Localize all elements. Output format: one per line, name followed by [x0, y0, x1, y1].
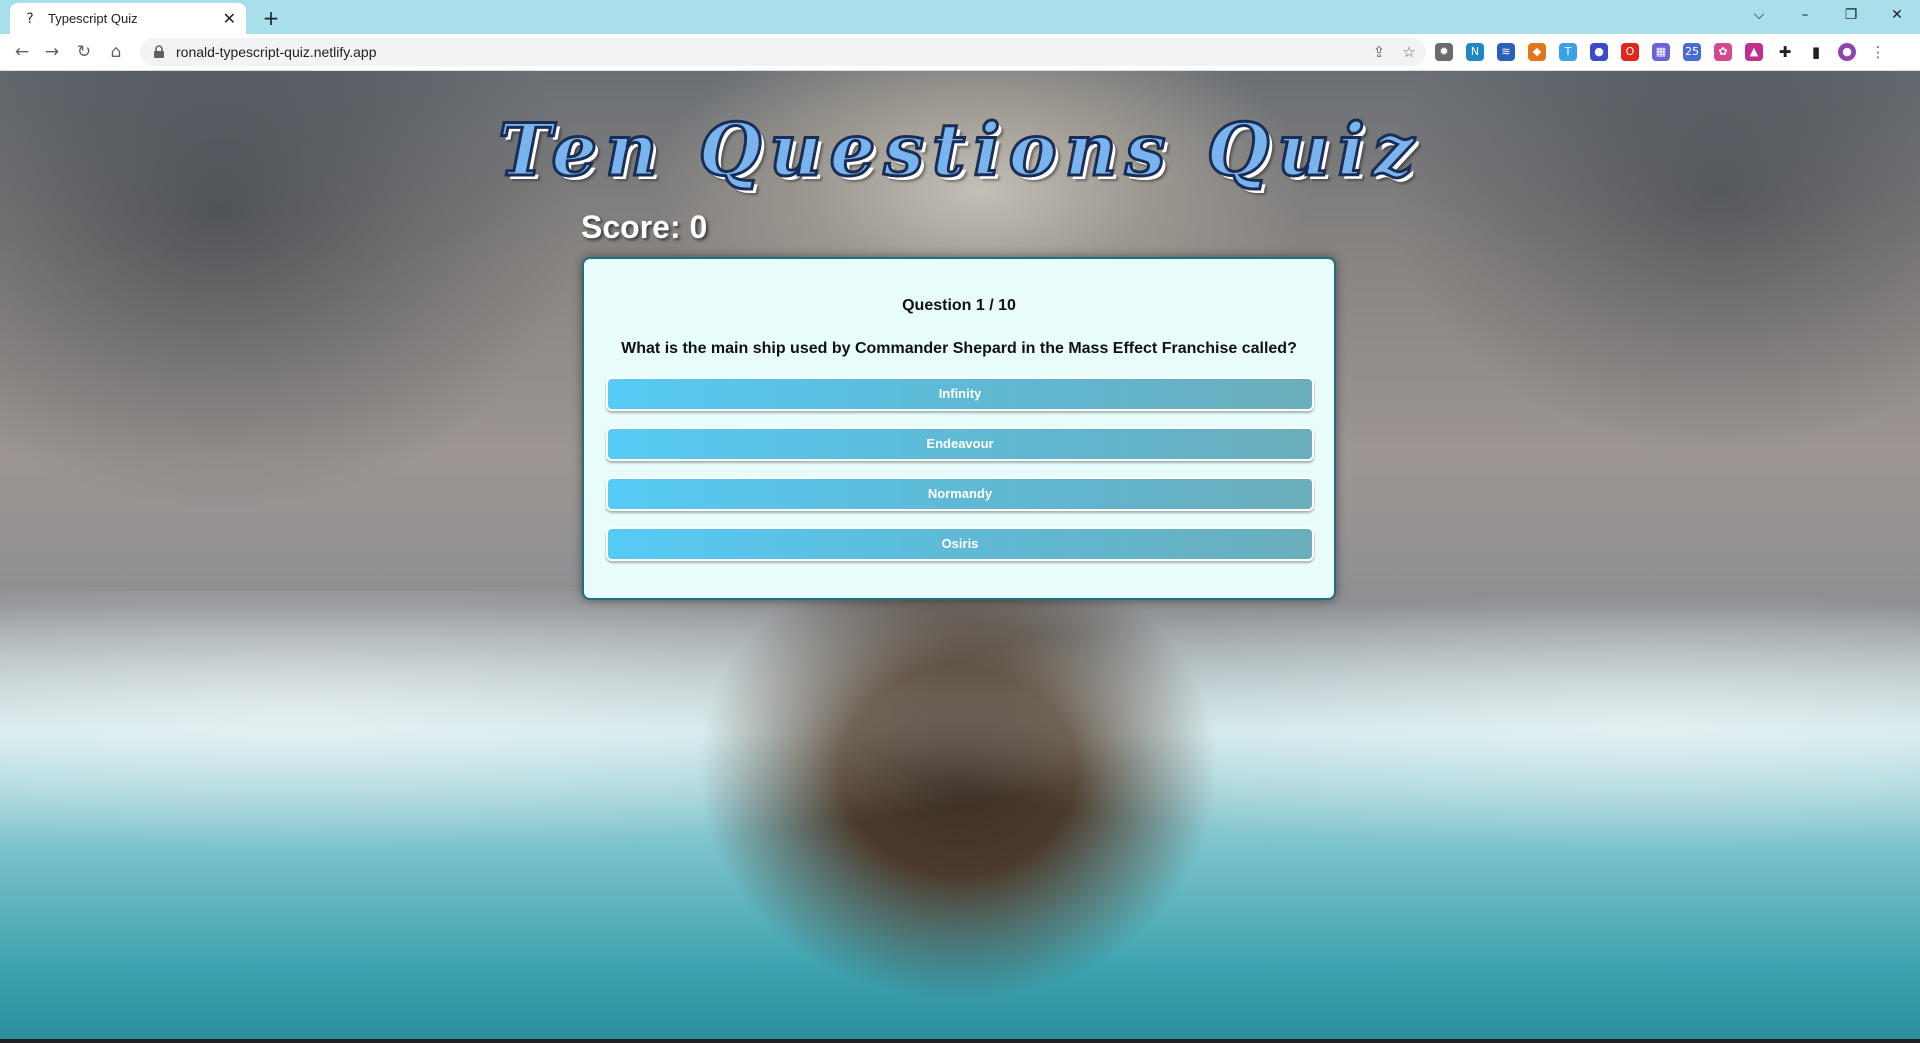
- address-bar[interactable]: ronald-typescript-quiz.netlify.app ⇪ ☆: [140, 38, 1426, 66]
- tab-search-icon[interactable]: ⌵: [1736, 0, 1782, 30]
- browser-toolbar: ← → ↻ ⌂ ronald-typescript-quiz.netlify.a…: [0, 34, 1920, 71]
- puzzle-extension-icon[interactable]: ✚: [1776, 43, 1794, 61]
- grid-extension-icon[interactable]: ▦: [1652, 43, 1670, 61]
- sidepanel-icon[interactable]: ▮: [1807, 43, 1825, 61]
- tab-strip: ? Typescript Quiz ✕ + ⌵ – ❐ ✕: [0, 0, 1920, 34]
- question-mark-icon: ?: [26, 10, 34, 27]
- home-icon[interactable]: ⌂: [102, 38, 130, 66]
- n-extension-icon[interactable]: N: [1466, 43, 1484, 61]
- lock-icon: [154, 45, 164, 58]
- answer-button-normandy[interactable]: Normandy: [606, 477, 1314, 511]
- triangle-extension-icon[interactable]: ▲: [1745, 43, 1763, 61]
- question-number: Question 1 / 10: [902, 297, 1016, 314]
- window-controls: ⌵ – ❐ ✕: [1736, 0, 1920, 30]
- reload-icon[interactable]: ↻: [70, 38, 98, 66]
- tab-title: Typescript Quiz: [48, 11, 138, 26]
- share-icon[interactable]: ⇪: [1366, 43, 1392, 61]
- opera-extension-icon[interactable]: O: [1621, 43, 1639, 61]
- extensions-bar: ✹ N ≋ ◆ T ● O ▦ 25 ✿ ▲ ✚ ▮ ● ⋮: [1435, 40, 1900, 64]
- back-arrow-icon[interactable]: ←: [8, 38, 36, 66]
- tab-close-icon[interactable]: ✕: [223, 9, 236, 28]
- background-foam: [0, 591, 1920, 891]
- new-tab-button[interactable]: +: [258, 5, 284, 31]
- question-card: Question 1 / 10 What is the main ship us…: [582, 257, 1336, 600]
- page-background: Ten Questions Quiz Score: 0 Question 1 /…: [0, 71, 1920, 1043]
- question-text: What is the main ship used by Commander …: [621, 340, 1297, 357]
- bookmark-star-icon[interactable]: ☆: [1396, 43, 1422, 61]
- bottom-edge: [0, 1039, 1920, 1043]
- bug-extension-icon[interactable]: ✹: [1435, 43, 1453, 61]
- close-window-button[interactable]: ✕: [1874, 0, 1920, 30]
- menu-kebab-icon[interactable]: ⋮: [1869, 43, 1887, 61]
- fox-extension-icon[interactable]: ◆: [1528, 43, 1546, 61]
- layers-extension-icon[interactable]: ≋: [1497, 43, 1515, 61]
- quiz-title: Ten Questions Quiz: [497, 106, 1422, 194]
- circle-extension-icon[interactable]: ●: [1590, 43, 1608, 61]
- profile-avatar-icon[interactable]: ●: [1838, 43, 1856, 61]
- calendar-extension-icon[interactable]: 25: [1683, 43, 1701, 61]
- restore-button[interactable]: ❐: [1828, 0, 1874, 30]
- swirl-extension-icon[interactable]: ✿: [1714, 43, 1732, 61]
- answer-button-endeavour[interactable]: Endeavour: [606, 427, 1314, 461]
- answer-button-osiris[interactable]: Osiris: [606, 527, 1314, 561]
- t-extension-icon[interactable]: T: [1559, 43, 1577, 61]
- browser-tab[interactable]: ? Typescript Quiz ✕: [10, 3, 246, 34]
- url-text[interactable]: ronald-typescript-quiz.netlify.app: [176, 44, 1366, 60]
- minimize-button[interactable]: –: [1782, 0, 1828, 30]
- forward-arrow-icon[interactable]: →: [38, 38, 66, 66]
- answer-button-infinity[interactable]: Infinity: [606, 377, 1314, 411]
- score-label: Score: 0: [581, 209, 708, 245]
